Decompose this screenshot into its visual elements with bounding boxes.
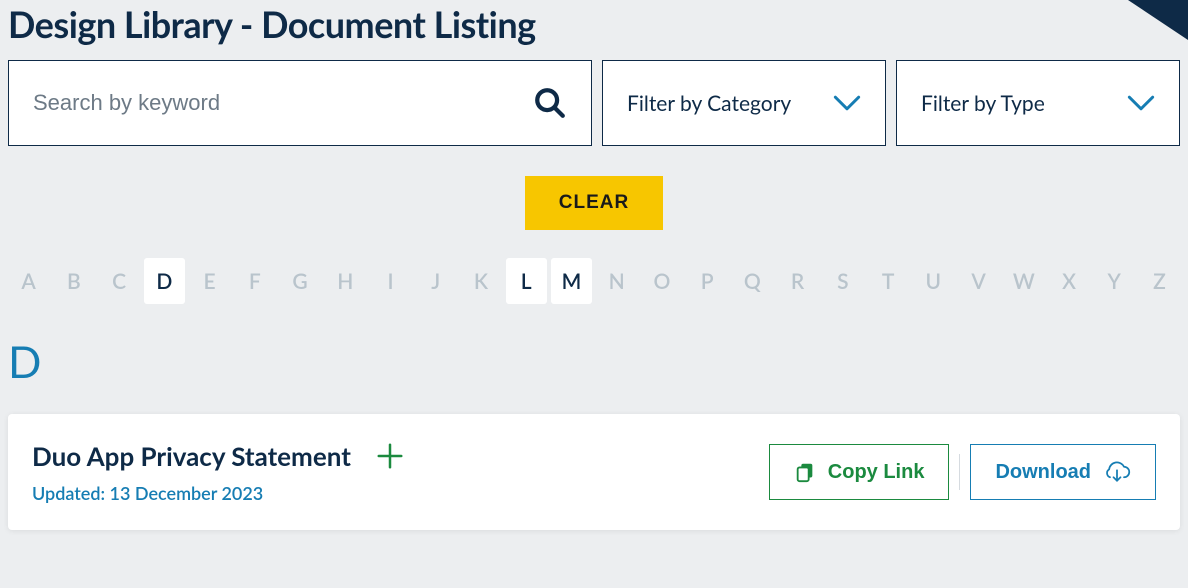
download-label: Download — [995, 461, 1091, 484]
search-input-container[interactable] — [8, 60, 592, 146]
alpha-l[interactable]: L — [506, 258, 547, 304]
alpha-y: Y — [1094, 258, 1135, 304]
action-divider — [959, 454, 960, 490]
alpha-z: Z — [1139, 258, 1180, 304]
alpha-d[interactable]: D — [144, 258, 185, 304]
document-card: Duo App Privacy Statement Updated: 13 De… — [8, 414, 1180, 530]
alpha-t: T — [867, 258, 908, 304]
expand-icon[interactable] — [375, 441, 405, 471]
download-cloud-icon — [1103, 461, 1131, 483]
alphabet-nav: ABCDEFGHIJKLMNOPQRSTUVWXYZ — [0, 258, 1188, 304]
document-updated: Updated: 13 December 2023 — [32, 482, 769, 504]
alpha-c: C — [98, 258, 139, 304]
document-title: Duo App Privacy Statement — [32, 440, 351, 472]
chevron-down-icon — [833, 94, 861, 112]
chevron-down-icon — [1127, 94, 1155, 112]
alpha-r: R — [777, 258, 818, 304]
page-title: Design Library - Document Listing — [0, 0, 1188, 60]
document-main: Duo App Privacy Statement Updated: 13 De… — [32, 440, 769, 504]
alpha-w: W — [1003, 258, 1044, 304]
alpha-a: A — [8, 258, 49, 304]
alpha-n: N — [596, 258, 637, 304]
alpha-f: F — [234, 258, 275, 304]
clear-button[interactable]: CLEAR — [525, 176, 663, 230]
alpha-g: G — [279, 258, 320, 304]
alpha-j: J — [415, 258, 456, 304]
filter-category[interactable]: Filter by Category — [602, 60, 886, 146]
alpha-i: I — [370, 258, 411, 304]
document-actions: Copy Link Download — [769, 444, 1156, 500]
alpha-q: Q — [732, 258, 773, 304]
alpha-m[interactable]: M — [551, 258, 592, 304]
filter-type[interactable]: Filter by Type — [896, 60, 1180, 146]
alpha-p: P — [687, 258, 728, 304]
corner-decoration — [1128, 0, 1188, 40]
copy-link-button[interactable]: Copy Link — [769, 444, 950, 500]
filter-category-label: Filter by Category — [627, 91, 791, 116]
alpha-h: H — [325, 258, 366, 304]
section-letter: D — [0, 304, 1188, 404]
download-button[interactable]: Download — [970, 444, 1156, 500]
alpha-v: V — [958, 258, 999, 304]
alpha-x: X — [1048, 258, 1089, 304]
search-input[interactable] — [33, 90, 533, 116]
clear-row: CLEAR — [0, 146, 1188, 258]
copy-link-label: Copy Link — [828, 461, 925, 484]
alpha-e: E — [189, 258, 230, 304]
filters-row: Filter by Category Filter by Type — [0, 60, 1188, 146]
filter-type-label: Filter by Type — [921, 91, 1045, 116]
alpha-o: O — [641, 258, 682, 304]
copy-icon — [794, 461, 816, 483]
alpha-b: B — [53, 258, 94, 304]
alpha-u: U — [913, 258, 954, 304]
document-title-row: Duo App Privacy Statement — [32, 440, 769, 472]
alpha-s: S — [822, 258, 863, 304]
search-icon[interactable] — [533, 86, 567, 120]
alpha-k: K — [460, 258, 501, 304]
